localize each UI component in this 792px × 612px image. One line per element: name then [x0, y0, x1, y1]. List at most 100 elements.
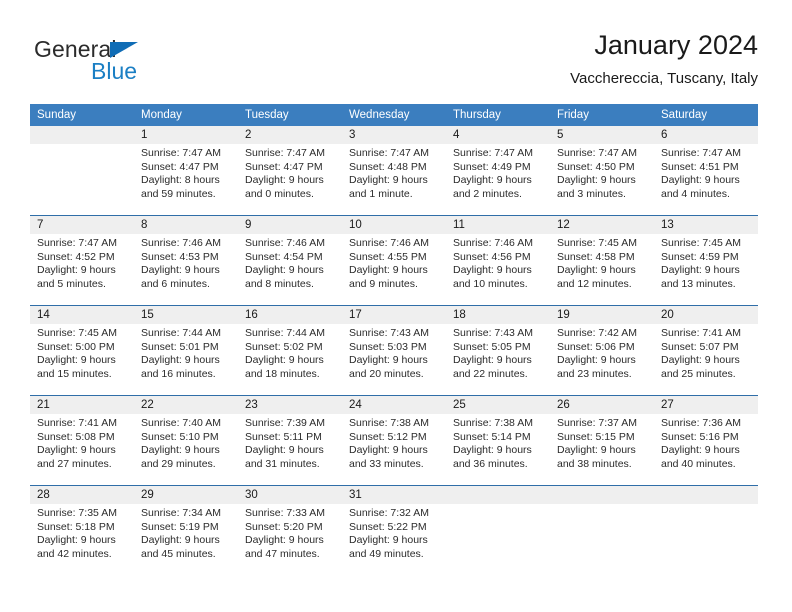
day-number[interactable]: 21 — [30, 396, 134, 414]
day-number[interactable]: 24 — [342, 396, 446, 414]
day-number[interactable]: 4 — [446, 126, 550, 144]
weekday-header-row: Sunday Monday Tuesday Wednesday Thursday… — [30, 104, 758, 126]
sunset-text: Sunset: 4:47 PM — [245, 160, 323, 173]
daylight-text-line1: Daylight: 9 hours — [349, 354, 428, 367]
daylight-text-line1: Daylight: 9 hours — [37, 534, 116, 547]
day-cell[interactable]: Sunrise: 7:45 AM Sunset: 4:58 PM Daylight:… — [550, 234, 654, 305]
day-number[interactable]: 5 — [550, 126, 654, 144]
day-cell[interactable]: Sunrise: 7:47 AM Sunset: 4:48 PM Daylight:… — [342, 144, 446, 215]
daylight-text-line1: Daylight: 9 hours — [141, 444, 220, 457]
day-number[interactable]: 14 — [30, 306, 134, 324]
day-cell[interactable]: Sunrise: 7:40 AM Sunset: 5:10 PM Daylight:… — [134, 414, 238, 485]
sunset-text: Sunset: 5:03 PM — [349, 340, 427, 353]
daylight-text-line1: Daylight: 9 hours — [453, 264, 532, 277]
day-cell[interactable]: Sunrise: 7:39 AM Sunset: 5:11 PM Daylight:… — [238, 414, 342, 485]
day-cell[interactable]: Sunrise: 7:42 AM Sunset: 5:06 PM Daylight:… — [550, 324, 654, 395]
day-number-row: 14 15 16 17 18 19 20 — [30, 306, 758, 324]
daylight-text-line2: and 6 minutes. — [141, 277, 210, 290]
day-number[interactable]: 7 — [30, 216, 134, 234]
day-cell[interactable]: Sunrise: 7:32 AM Sunset: 5:22 PM Daylight:… — [342, 504, 446, 575]
daylight-text-line1: Daylight: 9 hours — [141, 264, 220, 277]
day-number[interactable]: 28 — [30, 486, 134, 504]
day-cell[interactable]: Sunrise: 7:33 AM Sunset: 5:20 PM Daylight:… — [238, 504, 342, 575]
day-number[interactable]: 2 — [238, 126, 342, 144]
day-cell[interactable]: Sunrise: 7:43 AM Sunset: 5:03 PM Daylight:… — [342, 324, 446, 395]
day-number[interactable]: 18 — [446, 306, 550, 324]
sunset-text: Sunset: 5:18 PM — [37, 520, 115, 533]
daylight-text-line1: Daylight: 9 hours — [141, 354, 220, 367]
day-number[interactable]: 25 — [446, 396, 550, 414]
day-number[interactable]: 13 — [654, 216, 758, 234]
daylight-text-line2: and 0 minutes. — [245, 187, 314, 200]
day-cell[interactable]: Sunrise: 7:41 AM Sunset: 5:07 PM Daylight:… — [654, 324, 758, 395]
day-cell[interactable]: Sunrise: 7:44 AM Sunset: 5:01 PM Daylight:… — [134, 324, 238, 395]
day-cell[interactable]: Sunrise: 7:47 AM Sunset: 4:52 PM Daylight:… — [30, 234, 134, 305]
daylight-text-line2: and 25 minutes. — [661, 367, 736, 380]
day-cell[interactable]: Sunrise: 7:47 AM Sunset: 4:47 PM Daylight:… — [134, 144, 238, 215]
sunrise-text: Sunrise: 7:45 AM — [557, 237, 637, 249]
calendar-week-row: 1 2 3 4 5 6 Sunrise: 7:47 AM Sunset: 4:47 PM Day… — [30, 126, 758, 215]
day-number[interactable]: 15 — [134, 306, 238, 324]
daylight-text-line1: Daylight: 9 hours — [349, 264, 428, 277]
day-number[interactable]: 26 — [550, 396, 654, 414]
day-cell[interactable]: Sunrise: 7:35 AM Sunset: 5:18 PM Daylight:… — [30, 504, 134, 575]
day-number[interactable]: 1 — [134, 126, 238, 144]
day-cell[interactable]: Sunrise: 7:46 AM Sunset: 4:53 PM Daylight:… — [134, 234, 238, 305]
sunrise-text: Sunrise: 7:47 AM — [245, 147, 325, 159]
daylight-text-line2: and 13 minutes. — [661, 277, 736, 290]
daylight-text-line2: and 12 minutes. — [557, 277, 632, 290]
daylight-text-line2: and 49 minutes. — [349, 547, 424, 560]
triangle-flag-icon — [110, 42, 138, 58]
daylight-text-line1: Daylight: 9 hours — [37, 354, 116, 367]
day-cell[interactable]: Sunrise: 7:45 AM Sunset: 4:59 PM Daylight:… — [654, 234, 758, 305]
daylight-text-line2: and 5 minutes. — [37, 277, 106, 290]
day-number[interactable]: 10 — [342, 216, 446, 234]
sunset-text: Sunset: 4:51 PM — [661, 160, 739, 173]
calendar-grid: Sunday Monday Tuesday Wednesday Thursday… — [30, 104, 758, 575]
sunrise-text: Sunrise: 7:45 AM — [37, 327, 117, 339]
day-cell[interactable]: Sunrise: 7:47 AM Sunset: 4:49 PM Daylight:… — [446, 144, 550, 215]
day-cell[interactable]: Sunrise: 7:46 AM Sunset: 4:54 PM Daylight:… — [238, 234, 342, 305]
day-cell[interactable]: Sunrise: 7:38 AM Sunset: 5:14 PM Daylight:… — [446, 414, 550, 485]
day-number[interactable]: 30 — [238, 486, 342, 504]
daylight-text-line1: Daylight: 9 hours — [661, 174, 740, 187]
day-number[interactable]: 9 — [238, 216, 342, 234]
day-cell[interactable]: Sunrise: 7:37 AM Sunset: 5:15 PM Daylight:… — [550, 414, 654, 485]
day-number[interactable]: 16 — [238, 306, 342, 324]
day-number[interactable]: 20 — [654, 306, 758, 324]
day-number[interactable]: 8 — [134, 216, 238, 234]
daylight-text-line2: and 22 minutes. — [453, 367, 528, 380]
day-cell[interactable]: Sunrise: 7:41 AM Sunset: 5:08 PM Daylight:… — [30, 414, 134, 485]
day-number[interactable]: 12 — [550, 216, 654, 234]
day-number[interactable]: 11 — [446, 216, 550, 234]
day-number[interactable]: 31 — [342, 486, 446, 504]
calendar-page: General Blue January 2024 Vacchereccia, … — [0, 0, 792, 612]
day-cell[interactable]: Sunrise: 7:47 AM Sunset: 4:51 PM Daylight:… — [654, 144, 758, 215]
day-cell[interactable]: Sunrise: 7:45 AM Sunset: 5:00 PM Daylight:… — [30, 324, 134, 395]
day-cell[interactable]: Sunrise: 7:43 AM Sunset: 5:05 PM Daylight:… — [446, 324, 550, 395]
day-cell[interactable]: Sunrise: 7:36 AM Sunset: 5:16 PM Daylight:… — [654, 414, 758, 485]
day-cell[interactable]: Sunrise: 7:46 AM Sunset: 4:55 PM Daylight:… — [342, 234, 446, 305]
day-cell[interactable]: Sunrise: 7:44 AM Sunset: 5:02 PM Daylight:… — [238, 324, 342, 395]
day-cell[interactable]: Sunrise: 7:47 AM Sunset: 4:47 PM Daylight:… — [238, 144, 342, 215]
weekday-header-thursday: Thursday — [453, 109, 501, 121]
day-number[interactable]: 3 — [342, 126, 446, 144]
daylight-text-line2: and 1 minute. — [349, 187, 413, 200]
day-number[interactable]: 22 — [134, 396, 238, 414]
brand-logo[interactable]: General Blue — [34, 36, 264, 90]
day-cell[interactable]: Sunrise: 7:47 AM Sunset: 4:50 PM Daylight:… — [550, 144, 654, 215]
day-number[interactable]: 27 — [654, 396, 758, 414]
day-number[interactable]: 29 — [134, 486, 238, 504]
sunset-text: Sunset: 5:00 PM — [37, 340, 115, 353]
day-number[interactable]: 17 — [342, 306, 446, 324]
daylight-text-line2: and 2 minutes. — [453, 187, 522, 200]
weekday-header-monday: Monday — [141, 109, 182, 121]
day-number[interactable]: 23 — [238, 396, 342, 414]
day-info-row: Sunrise: 7:45 AM Sunset: 5:00 PM Daylight:… — [30, 324, 758, 395]
day-cell[interactable]: Sunrise: 7:46 AM Sunset: 4:56 PM Daylight:… — [446, 234, 550, 305]
day-number[interactable]: 19 — [550, 306, 654, 324]
day-cell[interactable]: Sunrise: 7:38 AM Sunset: 5:12 PM Daylight:… — [342, 414, 446, 485]
sunrise-text: Sunrise: 7:42 AM — [557, 327, 637, 339]
day-number[interactable]: 6 — [654, 126, 758, 144]
day-cell[interactable]: Sunrise: 7:34 AM Sunset: 5:19 PM Daylight:… — [134, 504, 238, 575]
